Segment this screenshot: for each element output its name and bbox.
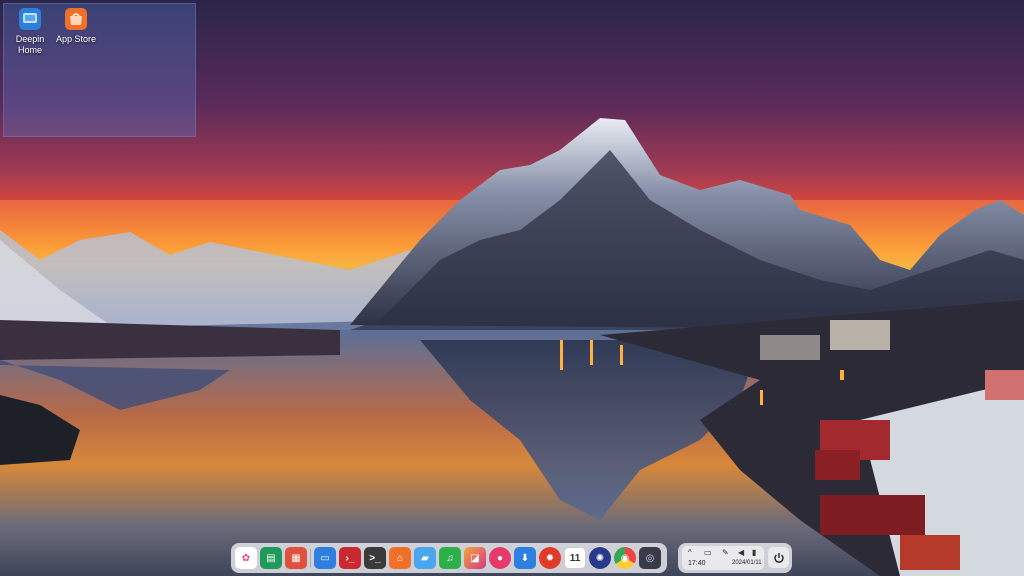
help-icon[interactable]: ✺ xyxy=(589,547,611,569)
terminal-red-icon[interactable]: ›_ xyxy=(339,547,361,569)
folder-icon[interactable]: ▰ xyxy=(414,547,436,569)
clock-time[interactable]: 17:40 xyxy=(688,560,706,567)
system-tray: ^ ▭ ✎ ◀ ▮ 17:40 2024/01/11 xyxy=(678,543,792,573)
power-button[interactable] xyxy=(768,547,789,568)
notification-icon[interactable]: ▭ xyxy=(704,548,712,557)
desktop-item-label: App Store xyxy=(55,34,97,44)
chrome-icon[interactable]: ◉ xyxy=(614,547,636,569)
power-icon xyxy=(773,552,784,563)
app-store-icon[interactable]: ⌂ xyxy=(389,547,411,569)
image-viewer-icon[interactable]: ◪ xyxy=(464,547,486,569)
tray-panel[interactable]: ^ ▭ ✎ ◀ ▮ 17:40 2024/01/11 xyxy=(682,546,764,570)
desktop-item-deepin-home[interactable]: Deepin Home xyxy=(5,8,55,56)
calendar-icon[interactable]: 11 xyxy=(564,547,586,569)
clock-date[interactable]: 2024/01/11 xyxy=(732,560,762,566)
volume-icon[interactable]: ◀ xyxy=(738,548,744,557)
desktop-item-app-store[interactable]: App Store xyxy=(51,8,101,45)
settings-icon[interactable]: ✹ xyxy=(539,547,561,569)
music-icon[interactable]: ♫ xyxy=(439,547,461,569)
download-icon[interactable]: ⬇ xyxy=(514,547,536,569)
app-store-icon xyxy=(65,8,87,30)
camera-icon[interactable]: ◎ xyxy=(639,547,661,569)
pen-icon[interactable]: ✎ xyxy=(722,548,729,557)
desktop-item-label: Deepin xyxy=(15,34,45,44)
browser-window-icon[interactable]: ▭ xyxy=(314,547,336,569)
desktop-item-label: Home xyxy=(17,45,42,55)
dock: ✿ ▤ ▦ ▭ ›_ >_ ⌂ ▰ ♫ ◪ ● ⬇ ✹ 11 ✺ ◉ ◎ xyxy=(231,543,667,573)
terminal-icon[interactable]: >_ xyxy=(364,547,386,569)
screen-recorder-icon[interactable]: ● xyxy=(489,547,511,569)
deepin-home-icon xyxy=(19,8,41,30)
launcher-icon[interactable]: ✿ xyxy=(235,547,257,569)
file-manager-icon[interactable]: ▤ xyxy=(260,547,282,569)
dock-separator xyxy=(310,549,311,567)
multitask-icon[interactable]: ▦ xyxy=(285,547,307,569)
battery-icon[interactable]: ▮ xyxy=(752,548,756,557)
chevron-up-icon[interactable]: ^ xyxy=(688,548,692,557)
